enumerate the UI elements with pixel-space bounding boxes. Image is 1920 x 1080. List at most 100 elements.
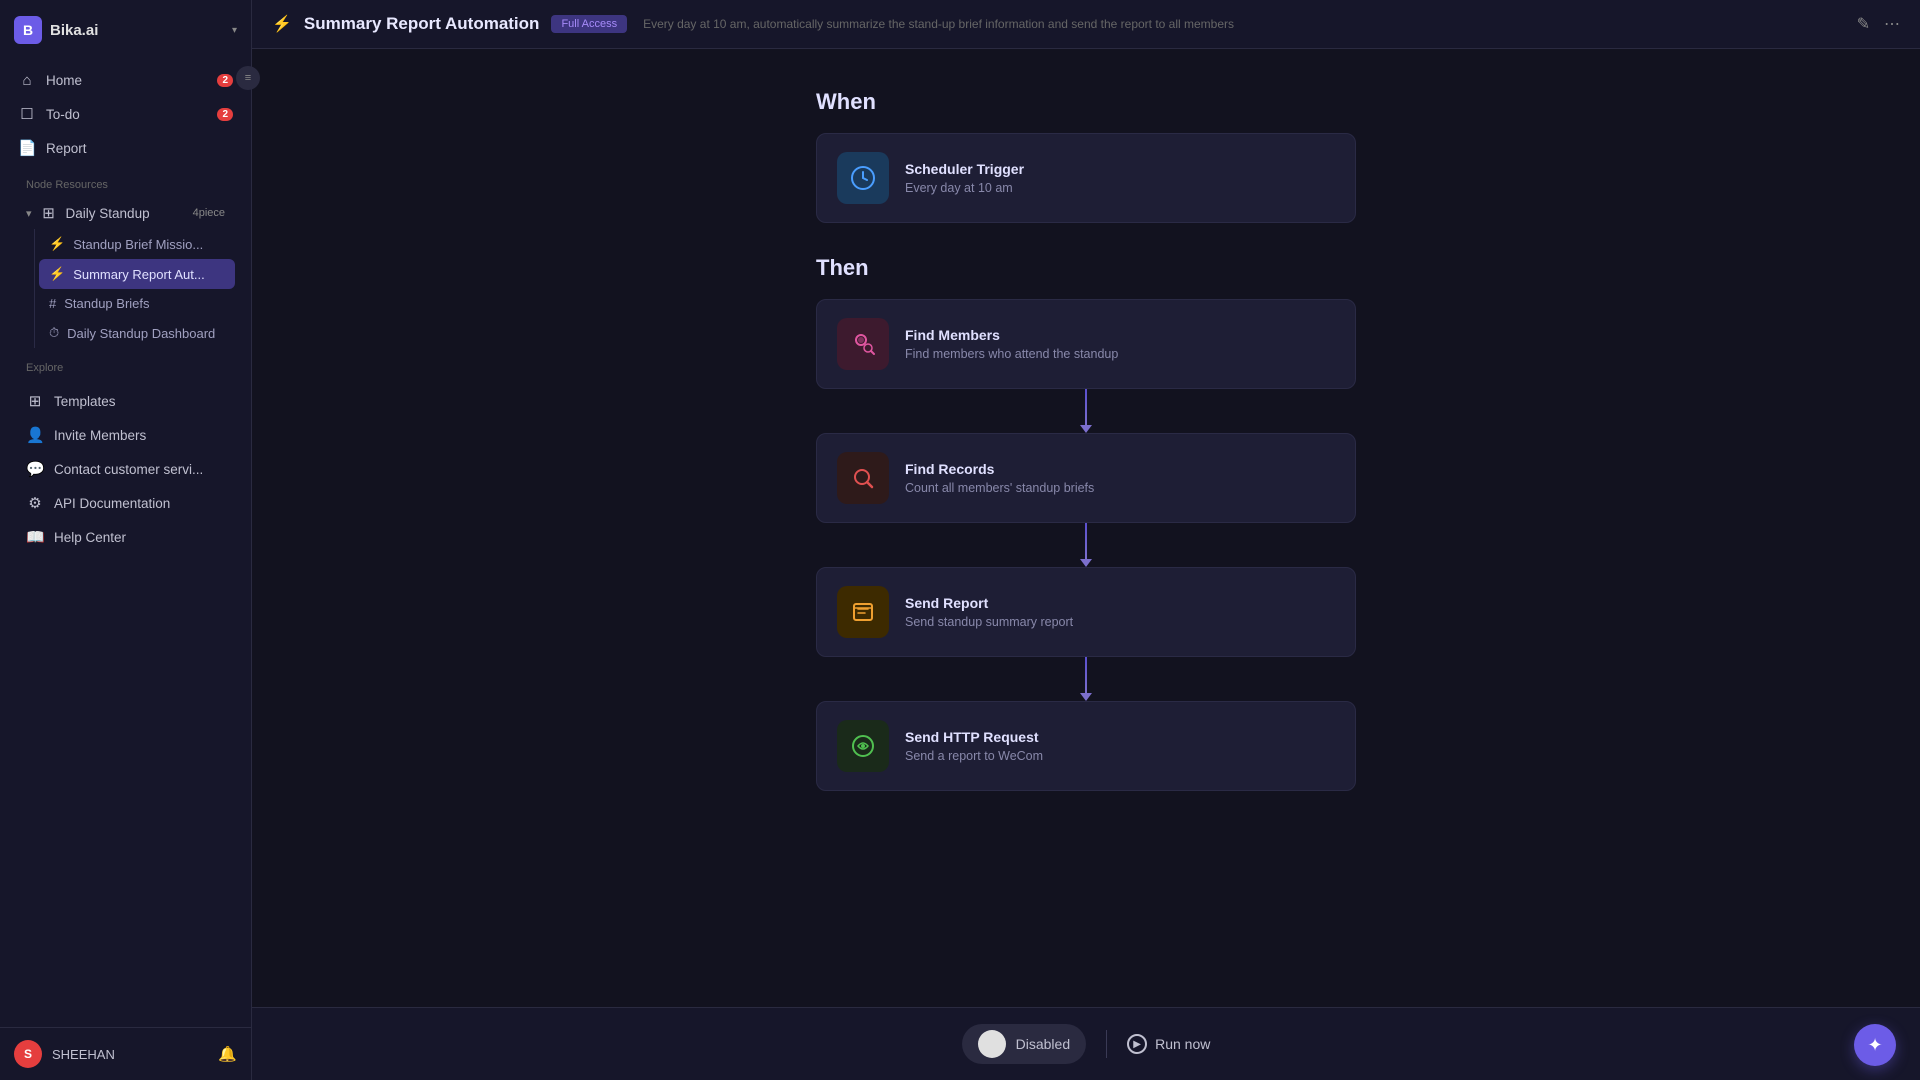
sidebar-item-summary-report[interactable]: ⚡ Summary Report Aut... — [39, 259, 235, 289]
notification-bell-icon[interactable]: 🔔 — [218, 1045, 237, 1063]
sidebar-item-report[interactable]: 📄 Report — [8, 131, 243, 165]
hash-icon: # — [49, 296, 56, 311]
edit-button[interactable]: ✎ — [1857, 14, 1870, 34]
sidebar: B Bika.ai ▾ ⌂ Home 2 ☐ To-do 2 📄 Report … — [0, 0, 252, 1080]
sidebar-item-label: Report — [46, 141, 87, 156]
find-records-title: Find Records — [905, 461, 1335, 477]
app-name-label: Bika.ai — [50, 22, 98, 39]
more-options-button[interactable]: ⋯ — [1884, 14, 1900, 34]
sidebar-item-label: API Documentation — [54, 496, 170, 511]
node-group-header[interactable]: ▾ ⊞ Daily Standup 4piece — [16, 197, 235, 229]
templates-icon: ⊞ — [26, 392, 44, 410]
run-circle-icon: ▶ — [1127, 1034, 1147, 1054]
sidebar-item-standup-briefs[interactable]: # Standup Briefs — [39, 289, 235, 318]
sidebar-item-todo[interactable]: ☐ To-do 2 — [8, 97, 243, 131]
sidebar-item-label: Contact customer servi... — [54, 462, 203, 477]
scheduler-desc: Every day at 10 am — [905, 181, 1335, 195]
sidebar-item-contact-support[interactable]: 💬 Contact customer servi... — [16, 452, 235, 486]
sidebar-item-home[interactable]: ⌂ Home 2 — [8, 64, 243, 97]
send-report-title: Send Report — [905, 595, 1335, 611]
chevron-down-icon: ▾ — [26, 207, 32, 220]
sidebar-item-label: Help Center — [54, 530, 126, 545]
chat-icon: 💬 — [26, 460, 44, 478]
find-records-desc: Count all members' standup briefs — [905, 481, 1335, 495]
topbar-description: Every day at 10 am, automatically summar… — [643, 17, 1234, 31]
scheduler-trigger-card[interactable]: Scheduler Trigger Every day at 10 am — [816, 133, 1356, 223]
then-heading: Then — [816, 255, 1356, 281]
child-label: Standup Brief Missio... — [73, 237, 203, 252]
child-label: Daily Standup Dashboard — [67, 326, 215, 341]
find-members-card-text: Find Members Find members who attend the… — [905, 327, 1335, 361]
connector-3 — [1080, 657, 1092, 701]
child-label: Standup Briefs — [64, 296, 149, 311]
access-badge: Full Access — [551, 15, 627, 33]
find-members-card[interactable]: Find Members Find members who attend the… — [816, 299, 1356, 389]
send-report-icon — [837, 586, 889, 638]
sidebar-item-label: Invite Members — [54, 428, 146, 443]
clock-icon: ⏱ — [49, 325, 59, 341]
node-group-label: Daily Standup — [66, 206, 150, 221]
explore-label: Explore — [8, 348, 243, 380]
node-resources-label: Node Resources — [8, 165, 243, 197]
http-request-card[interactable]: Send HTTP Request Send a report to WeCom — [816, 701, 1356, 791]
lightning-icon: ⚡ — [272, 14, 292, 34]
grid-icon: ⊞ — [40, 204, 58, 222]
lightning-icon: ⚡ — [49, 266, 65, 282]
send-report-card[interactable]: Send Report Send standup summary report — [816, 567, 1356, 657]
find-records-icon — [837, 452, 889, 504]
child-label: Summary Report Aut... — [73, 267, 205, 282]
sidebar-item-templates[interactable]: ⊞ Templates — [16, 384, 235, 418]
todo-badge: 2 — [217, 108, 233, 121]
fab-icon: ✦ — [1867, 1035, 1882, 1056]
scheduler-icon — [837, 152, 889, 204]
sidebar-item-label: To-do — [46, 107, 80, 122]
todo-icon: ☐ — [18, 105, 36, 123]
toggle-knob — [978, 1030, 1006, 1058]
run-now-button[interactable]: ▶ Run now — [1127, 1034, 1210, 1054]
divider — [1106, 1030, 1107, 1058]
find-members-icon — [837, 318, 889, 370]
sidebar-nav: ⌂ Home 2 ☐ To-do 2 📄 Report Node Resourc… — [0, 60, 251, 1027]
avatar: S — [14, 1040, 42, 1068]
toggle-label: Disabled — [1016, 1036, 1070, 1052]
toggle-container[interactable]: Disabled — [962, 1024, 1086, 1064]
connector-2 — [1080, 523, 1092, 567]
book-icon: 📖 — [26, 528, 44, 546]
sidebar-item-api-docs[interactable]: ⚙ API Documentation — [16, 486, 235, 520]
app-logo-header[interactable]: B Bika.ai ▾ — [0, 0, 251, 60]
find-members-desc: Find members who attend the standup — [905, 347, 1335, 361]
sidebar-item-standup-brief[interactable]: ⚡ Standup Brief Missio... — [39, 229, 235, 259]
connector-arrow — [1080, 559, 1092, 567]
sidebar-item-help-center[interactable]: 📖 Help Center — [16, 520, 235, 554]
sidebar-item-label: Home — [46, 73, 82, 88]
connector-1 — [1080, 389, 1092, 433]
main-content: ⚡ Summary Report Automation Full Access … — [252, 0, 1920, 1080]
find-records-card-text: Find Records Count all members' standup … — [905, 461, 1335, 495]
sidebar-item-invite-members[interactable]: 👤 Invite Members — [16, 418, 235, 452]
lightning-icon: ⚡ — [49, 236, 65, 252]
scheduler-title: Scheduler Trigger — [905, 161, 1335, 177]
find-members-title: Find Members — [905, 327, 1335, 343]
connector-arrow — [1080, 693, 1092, 701]
find-records-card[interactable]: Find Records Count all members' standup … — [816, 433, 1356, 523]
fab-button[interactable]: ✦ — [1854, 1024, 1896, 1066]
http-request-card-text: Send HTTP Request Send a report to WeCom — [905, 729, 1335, 763]
user-add-icon: 👤 — [26, 426, 44, 444]
bottom-bar: Disabled ▶ Run now ✦ — [252, 1007, 1920, 1080]
sidebar-item-daily-dashboard[interactable]: ⏱ Daily Standup Dashboard — [39, 318, 235, 348]
connector-line — [1085, 657, 1087, 693]
report-icon: 📄 — [18, 139, 36, 157]
app-logo-icon: B — [14, 16, 42, 44]
sidebar-collapse-btn[interactable]: ≡ — [236, 66, 260, 90]
explore-section: ⊞ Templates 👤 Invite Members 💬 Contact c… — [8, 384, 243, 554]
http-request-icon — [837, 720, 889, 772]
http-request-desc: Send a report to WeCom — [905, 749, 1335, 763]
page-title: Summary Report Automation — [304, 14, 540, 34]
when-heading: When — [816, 89, 1356, 115]
send-report-card-text: Send Report Send standup summary report — [905, 595, 1335, 629]
user-name-label: SHEEHAN — [52, 1047, 115, 1062]
connector-line — [1085, 523, 1087, 559]
connector-line — [1085, 389, 1087, 425]
scheduler-card-text: Scheduler Trigger Every day at 10 am — [905, 161, 1335, 195]
gear-icon: ⚙ — [26, 494, 44, 512]
